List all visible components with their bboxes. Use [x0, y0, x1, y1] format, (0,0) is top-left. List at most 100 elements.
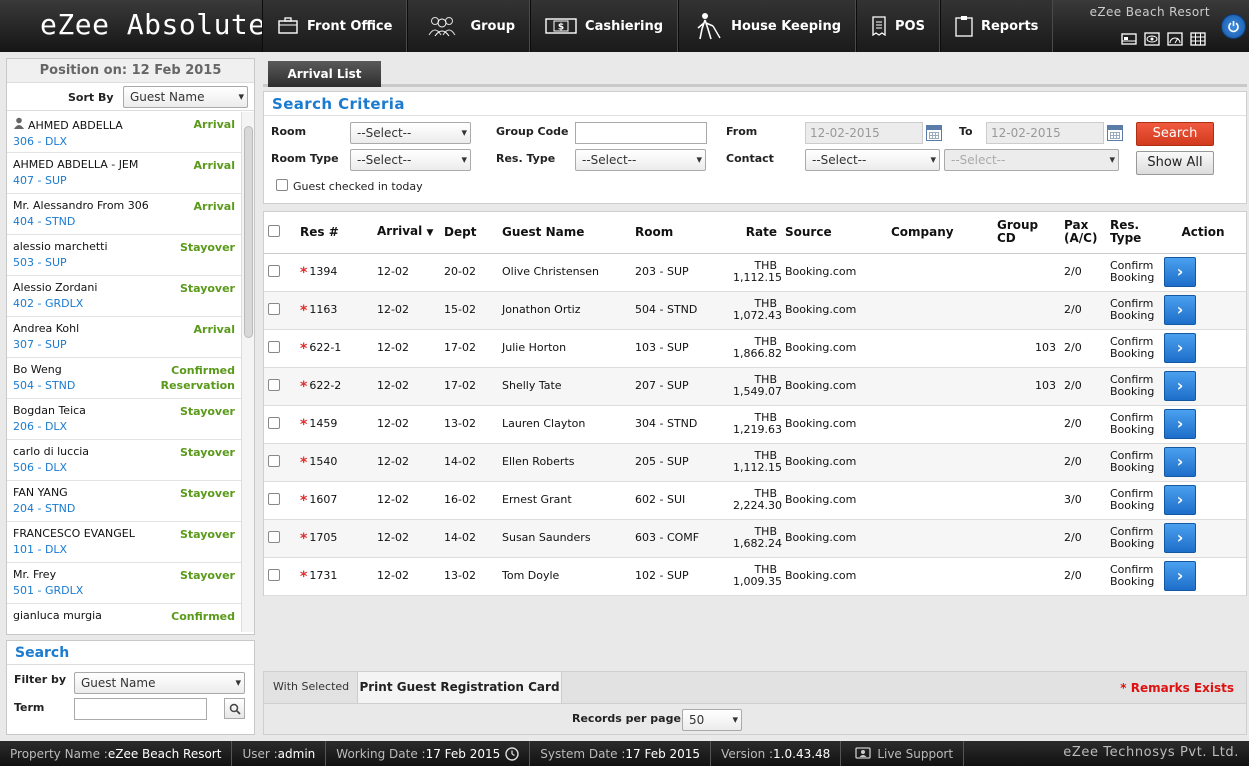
guest-list-scrollbar[interactable]	[241, 112, 254, 632]
sort-by-select[interactable]: Guest Name	[123, 86, 248, 108]
cell-guest[interactable]: Ernest Grant	[498, 481, 631, 520]
cell-guest[interactable]: Tom Doyle	[498, 557, 631, 596]
show-all-button[interactable]: Show All	[1136, 151, 1214, 175]
row-checkbox[interactable]	[268, 416, 280, 429]
row-checkbox[interactable]	[268, 264, 280, 277]
search-icon[interactable]	[224, 698, 245, 719]
dashboard-icon[interactable]	[1166, 31, 1184, 47]
nav-group[interactable]: Group	[407, 0, 531, 52]
col-res-type[interactable]: Res. Type	[1106, 212, 1160, 254]
room-select[interactable]: --Select--	[350, 122, 471, 144]
calendar-icon[interactable]	[926, 125, 942, 141]
row-checkbox[interactable]	[268, 378, 280, 391]
guest-list-item[interactable]: FRANCESCO EVANGEL 101 - DLX Stayover	[7, 522, 241, 563]
cell-guest[interactable]: Susan Saunders	[498, 519, 631, 558]
res-number[interactable]: 1394	[309, 265, 337, 278]
table-row[interactable]: * 1607 12-02 16-02 Ernest Grant 602 - SUI THB 2…	[264, 481, 1246, 520]
live-support-link[interactable]: Live Support	[841, 741, 965, 766]
cell-guest[interactable]: Shelly Tate	[498, 367, 631, 406]
col-source[interactable]: Source	[781, 212, 887, 254]
res-number[interactable]: 1540	[309, 455, 337, 468]
contact-detail-select[interactable]: --Select--	[944, 149, 1119, 171]
to-date-field[interactable]: 12-02-2015	[986, 122, 1104, 144]
guest-list-item[interactable]: AHMED ABDELLA 306 - DLX Arrival	[7, 112, 241, 153]
guest-list-item[interactable]: FAN YANG 204 - STND Stayover	[7, 481, 241, 522]
guest-room[interactable]: 101 - DLX	[13, 543, 235, 556]
bed-icon[interactable]	[1120, 31, 1138, 47]
open-reservation-button[interactable]: ›	[1164, 371, 1196, 401]
grid-icon[interactable]	[1189, 31, 1207, 47]
open-reservation-button[interactable]: ›	[1164, 257, 1196, 287]
cell-guest[interactable]: Olive Christensen	[498, 253, 631, 292]
guest-list-item[interactable]: gianluca murgia Confirmed	[7, 604, 241, 632]
open-reservation-button[interactable]: ›	[1164, 295, 1196, 325]
res-number[interactable]: 1163	[309, 303, 337, 316]
table-row[interactable]: * 1394 12-02 20-02 Olive Christensen 203 - SU…	[264, 253, 1246, 292]
open-reservation-button[interactable]: ›	[1164, 409, 1196, 439]
col-company[interactable]: Company	[887, 212, 993, 254]
res-number[interactable]: 1731	[309, 569, 337, 582]
table-row[interactable]: * 1163 12-02 15-02 Jonathon Ortiz 504 - STND T…	[264, 291, 1246, 330]
guest-list-item[interactable]: Bo Weng 504 - STND Confirmed Reservation	[7, 358, 241, 399]
col-pax[interactable]: Pax (A/C)	[1060, 212, 1106, 254]
guest-room[interactable]: 206 - DLX	[13, 420, 235, 433]
from-date-field[interactable]: 12-02-2015	[805, 122, 923, 144]
cell-guest[interactable]: Julie Horton	[498, 329, 631, 368]
table-row[interactable]: * 622-1 12-02 17-02 Julie Horton 103 - SUP THB…	[264, 329, 1246, 368]
row-checkbox[interactable]	[268, 302, 280, 315]
power-icon[interactable]	[1221, 14, 1246, 39]
row-checkbox[interactable]	[268, 530, 280, 543]
contact-select[interactable]: --Select--	[805, 149, 940, 171]
open-reservation-button[interactable]: ›	[1164, 523, 1196, 553]
nav-front-office[interactable]: Front Office	[262, 0, 408, 52]
search-button[interactable]: Search	[1136, 122, 1214, 146]
guest-room[interactable]: 307 - SUP	[13, 338, 235, 351]
table-row[interactable]: * 1459 12-02 13-02 Lauren Clayton 304 - STND T…	[264, 405, 1246, 444]
open-reservation-button[interactable]: ›	[1164, 561, 1196, 591]
guest-room[interactable]: 204 - STND	[13, 502, 235, 515]
res-number[interactable]: 1459	[309, 417, 337, 430]
col-group-cd[interactable]: Group CD	[993, 212, 1060, 254]
col-guest-name[interactable]: Guest Name	[498, 212, 631, 254]
guest-room[interactable]: 501 - GRDLX	[13, 584, 235, 597]
cell-guest[interactable]: Lauren Clayton	[498, 405, 631, 444]
guest-list-item[interactable]: Alessio Zordani 402 - GRDLX Stayover	[7, 276, 241, 317]
nav-pos[interactable]: POS	[856, 0, 940, 52]
eye-icon[interactable]	[1143, 31, 1161, 47]
row-checkbox[interactable]	[268, 568, 280, 581]
cell-guest[interactable]: Jonathon Ortiz	[498, 291, 631, 330]
guest-list-item[interactable]: carlo di luccia 506 - DLX Stayover	[7, 440, 241, 481]
guest-room[interactable]: 402 - GRDLX	[13, 297, 235, 310]
guest-list-item[interactable]: Andrea Kohl 307 - SUP Arrival	[7, 317, 241, 358]
open-reservation-button[interactable]: ›	[1164, 333, 1196, 363]
open-reservation-button[interactable]: ›	[1164, 485, 1196, 515]
res-number[interactable]: 1705	[309, 531, 337, 544]
nav-house-keeping[interactable]: House Keeping	[678, 0, 857, 52]
row-checkbox[interactable]	[268, 492, 280, 505]
guest-list-item[interactable]: Mr. Frey 501 - GRDLX Stayover	[7, 563, 241, 604]
tab-arrival-list[interactable]: Arrival List	[268, 61, 381, 87]
filter-by-select[interactable]: Guest Name	[74, 672, 245, 694]
records-per-page-select[interactable]: 50	[682, 709, 742, 731]
res-number[interactable]: 1607	[309, 493, 337, 506]
scrollbar-thumb[interactable]	[244, 126, 253, 338]
col-res[interactable]: Res #	[296, 212, 373, 254]
guest-list-item[interactable]: Bogdan Teica 206 - DLX Stayover	[7, 399, 241, 440]
open-reservation-button[interactable]: ›	[1164, 447, 1196, 477]
select-all-checkbox[interactable]	[268, 224, 280, 237]
guest-room[interactable]: 404 - STND	[13, 215, 235, 228]
guest-room[interactable]: 506 - DLX	[13, 461, 235, 474]
row-checkbox[interactable]	[268, 454, 280, 467]
guest-room[interactable]: 503 - SUP	[13, 256, 235, 269]
calendar-icon[interactable]	[1107, 125, 1123, 141]
print-registration-card-button[interactable]: Print Guest Registration Card	[357, 672, 562, 703]
col-room[interactable]: Room	[631, 212, 729, 254]
table-row[interactable]: * 622-2 12-02 17-02 Shelly Tate 207 - SUP THB 1…	[264, 367, 1246, 406]
col-rate[interactable]: Rate	[729, 212, 781, 254]
nav-reports[interactable]: Reports	[939, 0, 1054, 52]
room-type-select[interactable]: --Select--	[350, 149, 471, 171]
clock-icon[interactable]	[505, 746, 519, 761]
checked-today-checkbox[interactable]	[276, 179, 288, 191]
term-input[interactable]	[74, 698, 207, 720]
table-row[interactable]: * 1705 12-02 14-02 Susan Saunders 603 - COMF T…	[264, 519, 1246, 558]
